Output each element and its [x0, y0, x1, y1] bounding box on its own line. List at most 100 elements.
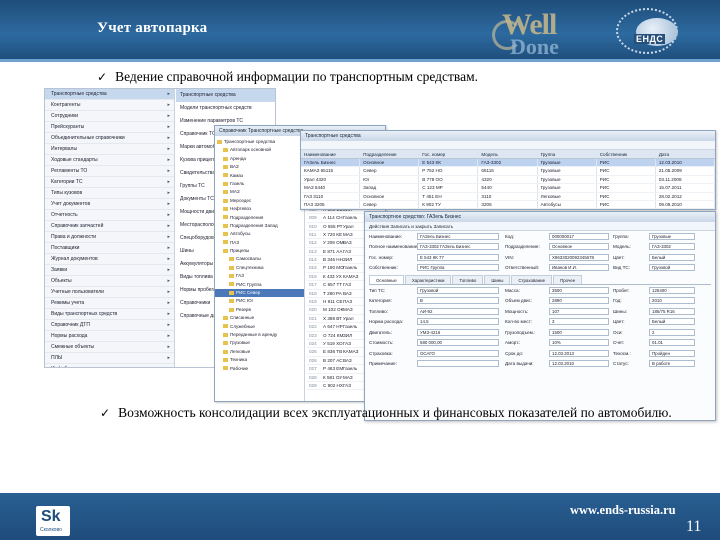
tree-node[interactable]: Газель [215, 180, 304, 188]
tree-node[interactable]: Подразделения Запад [215, 222, 304, 230]
menu-item[interactable]: Отчетность ▸ [45, 210, 174, 221]
field-input[interactable]: 1500 [549, 328, 609, 336]
field-input[interactable]: 3 [549, 318, 609, 326]
menu-item[interactable]: Журнал документов ▸ [45, 254, 174, 265]
tree-node[interactable]: РИС Север [215, 289, 304, 298]
menu-item[interactable]: ПЛЫ ▸ [45, 353, 174, 364]
tree-node[interactable]: Рабочие [215, 365, 304, 373]
field-input[interactable]: ГАЗ-3302 ГАЗель Бизнес [417, 243, 499, 251]
tab[interactable]: Прочее [553, 275, 583, 284]
field-input[interactable]: В работе [649, 360, 695, 368]
tree-node[interactable]: Автобусы [215, 230, 304, 238]
field-input[interactable]: Основное [549, 243, 609, 251]
field-input[interactable]: 000000017 [549, 232, 609, 240]
tree-node[interactable]: Переданные в аренду [215, 331, 304, 339]
tree-node[interactable]: ПАЗ [215, 239, 304, 247]
tree-node[interactable]: РИС Группа [215, 281, 304, 289]
tree-node[interactable]: Камаз [215, 172, 304, 180]
field-input[interactable]: Грузовой [649, 264, 695, 272]
field-input[interactable]: Белый [649, 318, 695, 326]
tree-node[interactable]: Резерв [215, 306, 304, 314]
menu-item[interactable]: Инфобанк ▸ [45, 364, 174, 367]
field-input[interactable]: УМЗ-4216 [417, 328, 499, 336]
menu-item[interactable]: Учет документов ▸ [45, 199, 174, 210]
menu-item[interactable]: Права и должности ▸ [45, 232, 174, 243]
field-input[interactable] [417, 360, 499, 368]
tree-node[interactable]: Списанные [215, 314, 304, 322]
field-input[interactable]: Белый [649, 253, 695, 261]
table-row[interactable]: ГАЗель Бизнес Основное Е 543 КК ГАЗ-3302 Гру… [301, 159, 715, 168]
menu-item[interactable]: Режимы учета ▸ [45, 298, 174, 309]
tab[interactable]: Характеристики [404, 275, 452, 284]
field-input[interactable]: 107 [549, 307, 609, 315]
field-input[interactable]: ГАЗ-3302 [649, 243, 695, 251]
menu-item[interactable]: Заявки ▸ [45, 265, 174, 276]
menu-item[interactable]: Нормы расхода ▸ [45, 331, 174, 342]
field-input[interactable]: АИ-92 [417, 307, 499, 315]
field-input[interactable]: Пройден [649, 349, 695, 357]
field-input[interactable]: Грузовой [417, 286, 499, 294]
menu-item[interactable]: Регламенты ТО ▸ [45, 166, 174, 177]
tab[interactable]: Страхование [511, 275, 553, 284]
tree-node[interactable]: ГАЗ [215, 272, 304, 280]
menu-item[interactable]: Объединительные справочники ▸ [45, 133, 174, 144]
tab[interactable]: Шины [484, 275, 511, 284]
menu-item[interactable]: Типы кузовов ▸ [45, 188, 174, 199]
tree-node[interactable]: Самосвалы [215, 255, 304, 263]
menu-item[interactable]: Учетные пользователи ▸ [45, 287, 174, 298]
field-input[interactable]: Иванов И.И. [549, 264, 609, 272]
menu-item[interactable]: Сотрудники ▸ [45, 111, 174, 122]
field-input[interactable]: ОСАГО [417, 349, 499, 357]
menu-item[interactable]: Категории ТС ▸ [45, 177, 174, 188]
tree-node[interactable]: Служебные [215, 323, 304, 331]
tree-node[interactable]: МАЗ [215, 188, 304, 196]
tree-node[interactable]: Прицепы [215, 247, 304, 255]
tree-node[interactable]: Техника [215, 356, 304, 364]
tree-node[interactable]: РИС Юг [215, 297, 304, 305]
field-input[interactable]: 01.01 [649, 339, 695, 347]
submenu-item[interactable]: Модели транспортных средств [176, 102, 275, 115]
table-row[interactable]: ПАЗ 3205 Север К 902 ТУ 3205 Автобусы РИС 09.0… [301, 200, 715, 209]
table-row[interactable]: МАЗ 5440 Запад С 123 МР 5440 Грузовые РИС 15.0… [301, 184, 715, 193]
field-input[interactable]: 580 000,00 [417, 339, 499, 347]
table-row[interactable]: ГАЗ 3110 Основное Т 451 ЕН 3110 Легковые РИС 2… [301, 192, 715, 201]
menu-item[interactable]: Справочник ДТП ▸ [45, 320, 174, 331]
menu-item[interactable]: Интервалы ▸ [45, 144, 174, 155]
field-input[interactable]: РИС Группа [417, 264, 499, 272]
field-input[interactable]: 125400 [649, 286, 695, 294]
tree-node[interactable]: Подразделения [215, 214, 304, 222]
tree-node[interactable]: Спецтехника [215, 264, 304, 272]
field-input[interactable]: Е 543 КК 77 [417, 253, 499, 261]
tree-node[interactable]: ВАЗ [215, 163, 304, 171]
menu-item[interactable]: Ходовые стандарты ▸ [45, 155, 174, 166]
menu-item[interactable]: Виды транспортных средств ▸ [45, 309, 174, 320]
tree-node[interactable]: Нефтевоз [215, 205, 304, 213]
submenu-item[interactable]: Транспортные средства [176, 89, 275, 102]
tree-node[interactable]: Легковые [215, 348, 304, 356]
field-input[interactable]: ГАЗель Бизнес [417, 232, 499, 240]
field-input[interactable]: 185/75 R16 [649, 307, 695, 315]
tree-node[interactable]: Мерседес [215, 197, 304, 205]
field-input[interactable]: 2 [649, 328, 695, 336]
form-toolbar[interactable]: Действия Записать и закрыть Записать [365, 222, 715, 231]
table-row[interactable]: КАМАЗ 65115 Север Р 752 НО 65115 Грузовые РИС… [301, 167, 715, 176]
field-input[interactable]: 12.03.2013 [549, 349, 609, 357]
field-input[interactable]: 14,5 [417, 318, 499, 326]
field-input[interactable]: 2890 [549, 297, 609, 305]
tree-node[interactable]: Аренда [215, 155, 304, 163]
table-row[interactable]: Урал 4320 Юг В 778 ОО 4320 Грузовые РИС 03.11.… [301, 175, 715, 185]
field-input[interactable]: 10% [549, 339, 609, 347]
tree-node[interactable]: Грузовые [215, 339, 304, 347]
tab[interactable]: Топливо [452, 275, 484, 284]
field-input[interactable]: 12.03.2010 [549, 360, 609, 368]
field-input[interactable]: Грузовые [649, 232, 695, 240]
menu-item[interactable]: Прейскуранты ▸ [45, 122, 174, 133]
menu-item[interactable]: Транспортные средства ▸ [45, 89, 174, 100]
field-input[interactable]: 2010 [649, 297, 695, 305]
tab[interactable]: Основные [369, 275, 404, 284]
tree-node[interactable]: Автопарк основной [215, 146, 304, 154]
field-input[interactable]: X9633020092345678 [549, 253, 609, 261]
menu-item[interactable]: Смежные объекты ▸ [45, 342, 174, 353]
tree-node[interactable]: Транспортные средства [215, 138, 304, 146]
menu-item[interactable]: Справочник запчастей ▸ [45, 221, 174, 232]
